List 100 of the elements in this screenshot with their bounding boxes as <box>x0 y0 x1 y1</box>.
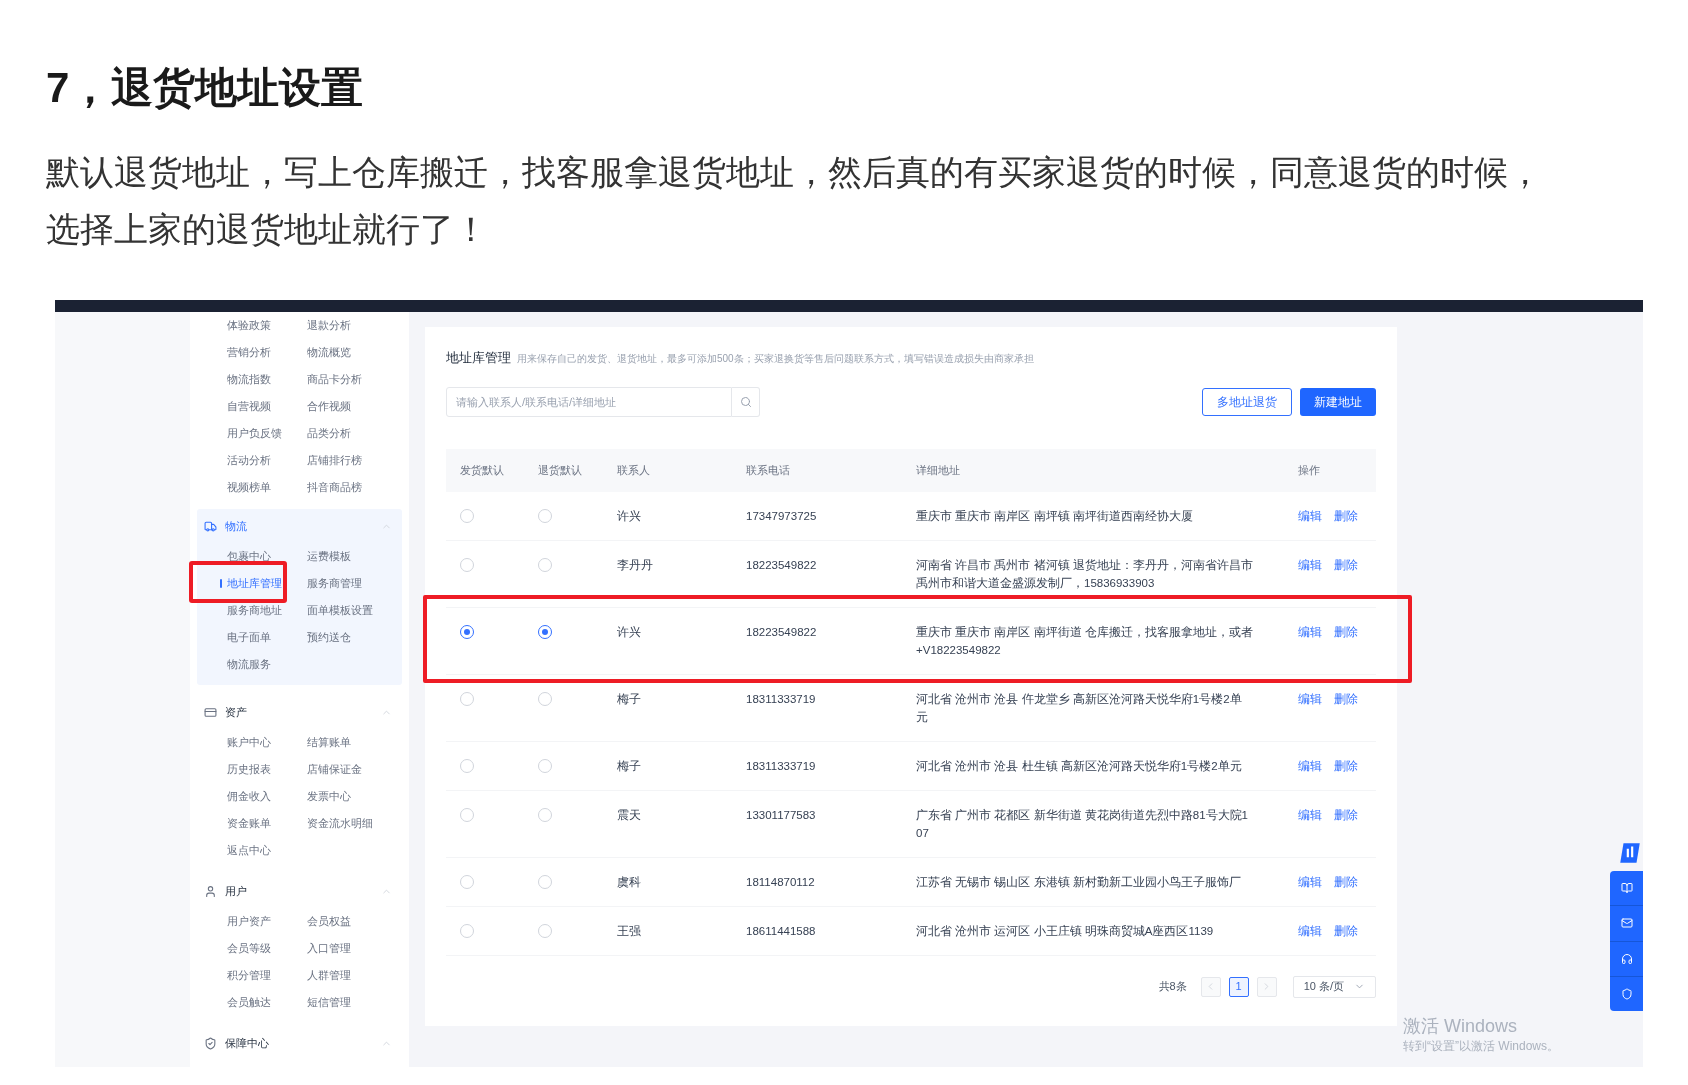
card-icon <box>204 705 217 719</box>
action-link[interactable]: 编辑 <box>1298 872 1322 891</box>
column-header: 联系电话 <box>746 462 791 478</box>
sidebar-item[interactable]: 退款分析 <box>307 317 351 334</box>
action-link[interactable]: 编辑 <box>1298 689 1322 708</box>
action-link[interactable]: 编辑 <box>1298 506 1322 525</box>
sidebar-item[interactable]: 历史报表 <box>227 761 271 778</box>
sidebar-item[interactable]: 地址库管理 <box>227 575 282 592</box>
sidebar-item[interactable]: 自营视频 <box>227 398 271 415</box>
sidebar-group-header[interactable]: 物流 <box>197 509 402 543</box>
sidebar-item[interactable]: 账户中心 <box>227 734 271 751</box>
action-link[interactable]: 删除 <box>1334 506 1358 525</box>
table-cell: 许兴 <box>617 509 641 522</box>
activation-notice-title: 激活 Windows <box>1403 1015 1519 1037</box>
table-cell-text: 重庆市 重庆市 南岸区 南坪镇 南坪街道西南经协大厦 <box>916 508 1193 524</box>
mail-icon[interactable] <box>1620 917 1633 930</box>
action-link[interactable]: 删除 <box>1334 921 1358 940</box>
table-cell-text: 河南省 许昌市 禹州市 褚河镇 退货地址：李丹丹，河南省许昌市 禹州市和谐大道金盛源发制厂，15836933903 <box>916 557 1253 591</box>
action-link[interactable]: 编辑 <box>1298 756 1322 775</box>
new-address-button[interactable]: 新建地址 <box>1300 387 1376 416</box>
action-link[interactable]: 编辑 <box>1298 555 1322 574</box>
next-page-button[interactable] <box>1256 976 1277 997</box>
user-icon <box>204 884 217 898</box>
app-logo-icon[interactable] <box>1617 840 1643 866</box>
action-link[interactable]: 删除 <box>1334 689 1358 708</box>
sidebar-item[interactable]: 面单模板设置 <box>307 602 373 619</box>
table-cell: 18611441588 <box>746 924 816 937</box>
sidebar-item[interactable]: 积分管理 <box>227 967 271 984</box>
table-cell: 18311333719 <box>746 759 816 772</box>
action-link[interactable]: 删除 <box>1334 555 1358 574</box>
sidebar-item[interactable]: 发票中心 <box>307 788 351 805</box>
sidebar-item[interactable]: 包裹中心 <box>227 548 271 565</box>
sidebar-group-header[interactable]: 用户 <box>197 874 402 908</box>
truck-icon <box>204 519 217 533</box>
sidebar-item[interactable]: 用户资产 <box>227 913 271 930</box>
sidebar-item[interactable]: 预约送仓 <box>307 629 351 646</box>
sidebar-item[interactable]: 电子面单 <box>227 629 271 646</box>
action-link[interactable]: 编辑 <box>1298 921 1322 940</box>
sidebar-item[interactable]: 店铺保证金 <box>307 761 362 778</box>
panel-description: 用来保存自己的发货、退货地址，最多可添加500条；买家退换货等售后问题联系方式，填写错误造成损失由商家承担 <box>517 352 1034 366</box>
sidebar-item[interactable]: 用户负反馈 <box>227 425 282 442</box>
action-link[interactable]: 删除 <box>1334 756 1358 775</box>
sidebar-item[interactable]: 会员等级 <box>227 940 271 957</box>
sidebar-item[interactable]: 合作视频 <box>307 398 351 415</box>
action-link[interactable]: 删除 <box>1334 622 1358 641</box>
article-paragraph: 默认退货地址，写上仓库搬迁，找客服拿退货地址，然后真的有买家退货的时候，同意退货的时候，选择上家的退货地址就行了！ <box>46 152 1543 250</box>
sidebar-item[interactable]: 活动分析 <box>227 452 271 469</box>
column-header: 退货默认 <box>538 462 583 478</box>
action-link[interactable]: 删除 <box>1334 805 1358 824</box>
sidebar-item[interactable]: 佣金收入 <box>227 788 271 805</box>
table-cell-text: 江苏省 无锡市 锡山区 东港镇 新村勤新工业园小鸟王子服饰厂 <box>916 874 1241 890</box>
table-cell: 18311333719 <box>746 692 816 705</box>
sidebar-item[interactable]: 人群管理 <box>307 967 351 984</box>
page-size-select[interactable]: 10 条/页 <box>1292 975 1376 998</box>
sidebar-item[interactable]: 商品卡分析 <box>307 371 362 388</box>
search-button[interactable] <box>732 386 760 417</box>
table-cell-text: 河北省 沧州市 沧县 杜生镇 高新区沧河路天悦华府1号楼2单元 <box>916 758 1242 774</box>
column-header: 联系人 <box>617 462 651 478</box>
sidebar-item[interactable]: 服务商地址 <box>227 602 282 619</box>
sidebar-item[interactable]: 物流指数 <box>227 371 271 388</box>
table-cell: 虞科 <box>617 875 641 888</box>
sidebar-item[interactable]: 入口管理 <box>307 940 351 957</box>
sidebar-item[interactable]: 品类分析 <box>307 425 351 442</box>
sidebar-group-header[interactable]: 保障中心 <box>197 1026 402 1060</box>
table-cell-text: 河北省 沧州市 沧县 仵龙堂乡 高新区沧河路天悦华府1号楼2单 元 <box>916 691 1242 725</box>
page-button[interactable]: 1 <box>1228 976 1249 997</box>
sidebar-item[interactable]: 资金账单 <box>227 815 271 832</box>
sidebar-item[interactable]: 体验政策 <box>227 317 271 334</box>
sidebar-item[interactable]: 会员权益 <box>307 913 351 930</box>
sidebar-item[interactable]: 结算账单 <box>307 734 351 751</box>
headset-icon[interactable] <box>1620 952 1633 965</box>
sidebar-item[interactable]: 会员触达 <box>227 994 271 1011</box>
column-header: 发货默认 <box>460 462 505 478</box>
sidebar-item[interactable]: 返点中心 <box>227 842 271 859</box>
action-link[interactable]: 编辑 <box>1298 805 1322 824</box>
sidebar-item[interactable]: 营销分析 <box>227 344 271 361</box>
sidebar-item[interactable]: 服务商管理 <box>307 575 362 592</box>
table-cell: 震天 <box>617 808 641 821</box>
table-cell: 李丹丹 <box>617 558 653 571</box>
action-link[interactable]: 删除 <box>1334 872 1358 891</box>
multi-return-button[interactable]: 多地址退货 <box>1202 387 1292 416</box>
sidebar-item[interactable]: 物流服务 <box>227 656 271 673</box>
shield-icon <box>204 1036 217 1050</box>
sidebar-item[interactable]: 短信管理 <box>307 994 351 1011</box>
sidebar-item[interactable]: 运费模板 <box>307 548 351 565</box>
column-header: 操作 <box>1298 462 1321 478</box>
sidebar-item[interactable]: 视频榜单 <box>227 479 271 496</box>
sidebar-item[interactable]: 抖音商品榜 <box>307 479 362 496</box>
book-icon[interactable] <box>1620 882 1633 895</box>
sidebar-item[interactable]: 店铺排行榜 <box>307 452 362 469</box>
sidebar-item[interactable]: 资金流水明细 <box>307 815 373 832</box>
previous-page-button[interactable] <box>1200 976 1221 997</box>
table-cell-text: 广东省 广州市 花都区 新华街道 黄花岗街道先烈中路81号大院1 07 <box>916 807 1248 841</box>
sidebar-item[interactable]: 物流概览 <box>307 344 351 361</box>
sidebar-group-header[interactable]: 资产 <box>197 695 402 729</box>
action-link[interactable]: 编辑 <box>1298 622 1322 641</box>
search-field[interactable]: 请输入联系人/联系电话/详细地址 <box>446 386 732 417</box>
table-cell: 18223549822 <box>746 558 817 571</box>
panel-title: 地址库管理 <box>446 349 511 367</box>
shield-icon[interactable] <box>1620 987 1633 1000</box>
